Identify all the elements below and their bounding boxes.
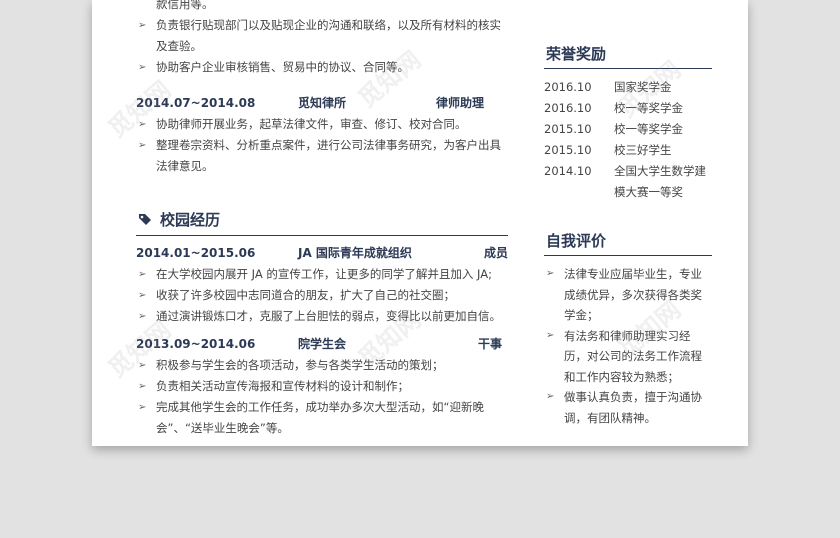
award-item: 2014.10 全国大学生数学建模大赛一等奖 xyxy=(544,164,706,199)
list-item: ➢ 通过演讲锻炼口才，克服了上台胆怯的弱点，变得比以前更加自信。 xyxy=(136,306,508,327)
list-item: ➢ 整理卷宗资料、分析重点案件，进行公司法律事务研究，为客户出具法律意见。 xyxy=(136,135,508,177)
tag-icon xyxy=(139,214,151,225)
arrow-right-icon: ➢ xyxy=(138,269,147,280)
section-title-honors: 荣誉奖励 xyxy=(544,42,712,69)
entry-role: 成员 xyxy=(484,246,509,260)
arrow-right-icon: ➢ xyxy=(138,402,147,413)
list-item: ➢ 法律专业应届毕业生，专业成绩优异，多次获得各类奖学金； xyxy=(544,264,712,326)
award-item: 2015.10 校一等奖学金 xyxy=(544,122,683,136)
list-item: ➢ 在大学校园内展开 JA 的宣传工作，让更多的同学了解并且加入 JA; xyxy=(136,264,508,285)
prev-job-bullets: 款信用等。 ➢ 负责银行贴现部门以及贴现企业的沟通和联络，以及所有材料的核实及查验… xyxy=(136,0,508,78)
job-role: 律师助理 xyxy=(436,96,485,110)
arrow-right-icon: ➢ xyxy=(138,62,147,73)
entry-role: 干事 xyxy=(478,337,503,351)
arrow-right-icon: ➢ xyxy=(546,329,555,341)
award-item: 2015.10 校三好学生 xyxy=(544,143,672,157)
resume-page: 款信用等。 ➢ 负责银行贴现部门以及贴现企业的沟通和联络，以及所有材料的核实及查验… xyxy=(92,0,748,446)
arrow-right-icon: ➢ xyxy=(546,391,555,402)
entry-org: 院学生会 xyxy=(298,337,347,351)
job-bullets: ➢ 协助律师开展业务，起草法律文件，审查、修订、校对合同。 ➢ 整理卷宗资料、分析重… xyxy=(136,114,508,177)
list-item: ➢ 协助客户企业审核销售、贸易中的协议、合同等。 xyxy=(136,57,508,78)
list-item: ➢ 负责银行贴现部门以及贴现企业的沟通和联络，以及所有材料的核实及查验。 xyxy=(136,15,508,57)
list-item: ➢ 协助律师开展业务，起草法律文件，审查、修订、校对合同。 xyxy=(136,114,508,135)
list-item: 款信用等。 xyxy=(156,0,214,11)
job-header: 2014.07~2014.08 觅知律所 律师助理 xyxy=(136,92,508,114)
list-item: ➢ 收获了许多校园中志同道合的朋友，扩大了自己的社交圈； xyxy=(136,285,508,306)
list-item: ➢ 完成其他学生会的工作任务，成功举办多次大型活动，如“迎新晚会”、“送毕业生晚会… xyxy=(136,397,508,439)
list-item: ➢ 做事认真负责，擅于沟通协调，有团队精神。 xyxy=(544,387,712,428)
entry-date: 2014.01~2015.06 xyxy=(136,246,256,260)
right-column: 荣誉奖励 2016.10 国家奖学金 2016.10 校一等奖学金 2015.10 校… xyxy=(544,0,712,428)
campus-entry-bullets: ➢ 积极参与学生会的各项活动，参与各类学生活动的策划； ➢ 负责相关活动宣传海报和宣… xyxy=(136,355,508,439)
left-column: 款信用等。 ➢ 负责银行贴现部门以及贴现企业的沟通和联络，以及所有材料的核实及查验… xyxy=(136,0,508,439)
campus-entry-header: 2013.09~2014.06 院学生会 干事 xyxy=(136,333,508,355)
arrow-right-icon: ➢ xyxy=(546,268,555,279)
list-item: ➢ 负责相关活动宣传海报和宣传材料的设计和制作； xyxy=(136,376,508,397)
arrow-right-icon: ➢ xyxy=(138,140,147,151)
campus-entry-bullets: ➢ 在大学校园内展开 JA 的宣传工作，让更多的同学了解并且加入 JA; ➢ 收获了… xyxy=(136,264,508,327)
campus-entry-header: 2014.01~2015.06 JA 国际青年成就组织 成员 xyxy=(136,242,508,264)
entry-org: JA 国际青年成就组织 xyxy=(298,246,412,260)
section-title-self-eval: 自我评价 xyxy=(544,229,712,256)
job-org: 觅知律所 xyxy=(298,96,347,110)
list-item: ➢ 积极参与学生会的各项活动，参与各类学生活动的策划； xyxy=(136,355,508,376)
arrow-right-icon: ➢ xyxy=(138,290,147,301)
arrow-right-icon: ➢ xyxy=(138,381,147,392)
section-title-campus: 校园经历 xyxy=(136,207,508,236)
arrow-right-icon: ➢ xyxy=(138,20,147,31)
